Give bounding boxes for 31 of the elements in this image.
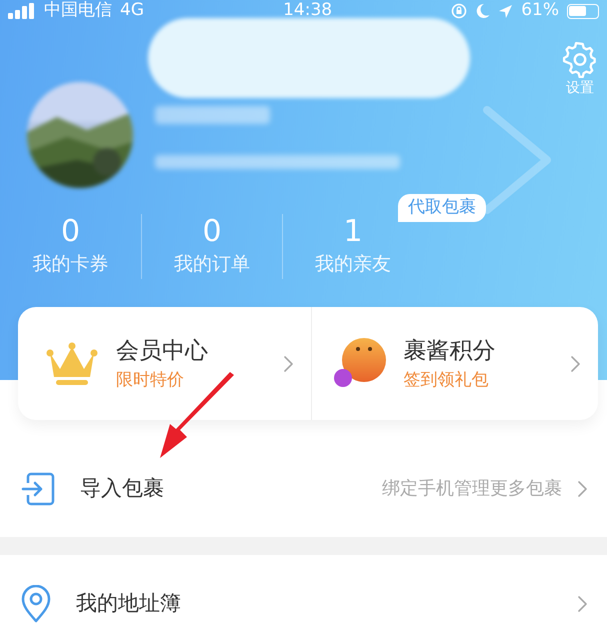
chevron-icon[interactable]: [571, 356, 580, 372]
battery-icon: [566, 4, 599, 18]
menu-item-label[interactable]: 导入包裹: [80, 472, 382, 504]
stat-label[interactable]: 我的卡券: [0, 250, 141, 278]
stat-count[interactable]: 0: [142, 214, 282, 250]
location-arrow-icon: [498, 4, 514, 18]
signal-icon: [8, 3, 36, 19]
chevron-icon[interactable]: [284, 356, 292, 372]
stat-label[interactable]: 我的订单: [142, 250, 282, 278]
settings-label[interactable]: 设置: [561, 78, 599, 99]
card-subtitle[interactable]: 限时特价: [116, 368, 284, 394]
chevron-icon[interactable]: [578, 480, 587, 496]
pickup-tag[interactable]: 代取包裹: [398, 194, 486, 222]
card-subtitle[interactable]: 签到领礼包: [404, 368, 571, 394]
location-pin-icon: [20, 584, 52, 622]
settings-icon[interactable]: [561, 40, 599, 78]
rotation-lock-icon: [451, 3, 468, 19]
import-icon: [20, 470, 56, 506]
crown-icon: [44, 340, 100, 386]
stat-label[interactable]: 我的亲友: [283, 250, 423, 278]
menu-item-hint: 绑定手机管理更多包裹: [382, 477, 562, 501]
card-title[interactable]: 会员中心: [116, 334, 284, 368]
chevron-icon[interactable]: [578, 596, 587, 612]
stat-count[interactable]: 0: [0, 214, 141, 250]
moon-icon: [475, 3, 490, 19]
network-type: 4G: [120, 0, 144, 22]
clock-time: 14:38: [283, 0, 332, 22]
battery-percent: 61%: [521, 0, 559, 22]
card-title[interactable]: 裹酱积分: [404, 334, 571, 368]
carrier-name: 中国电信: [44, 0, 112, 22]
menu-item-label[interactable]: 我的地址簿: [76, 588, 578, 620]
